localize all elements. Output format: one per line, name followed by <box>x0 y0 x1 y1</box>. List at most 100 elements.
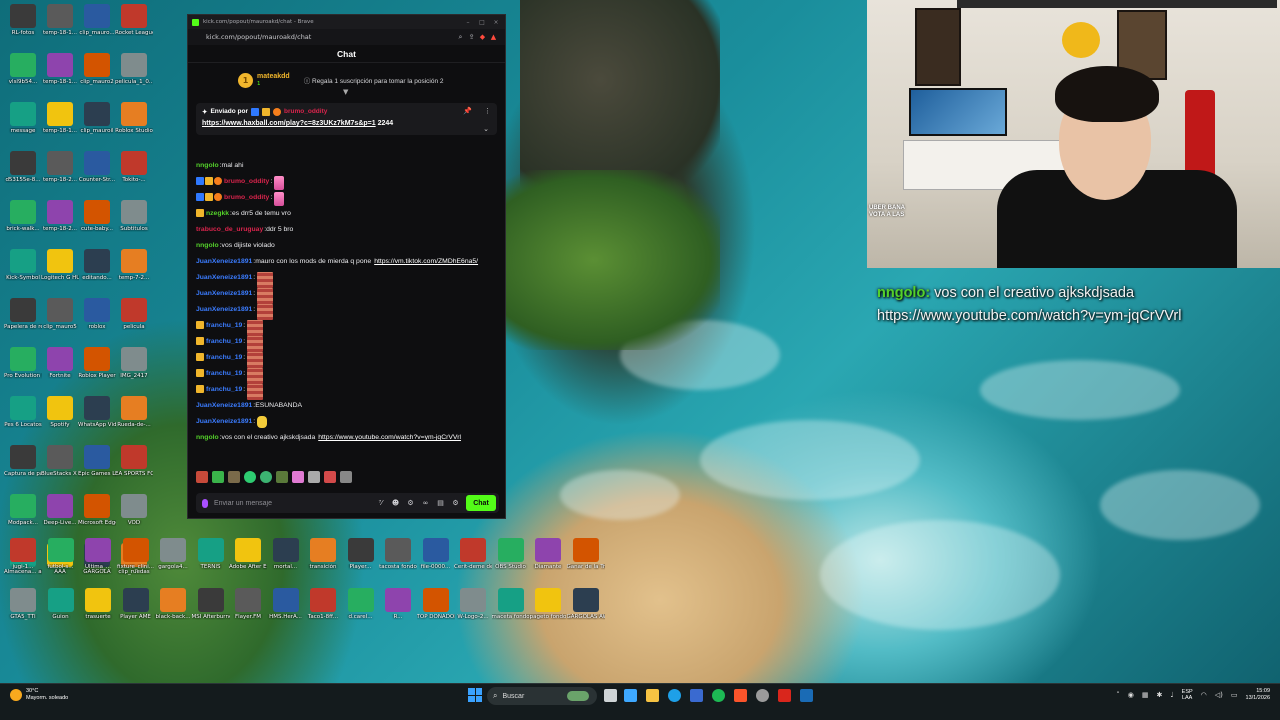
chat-username[interactable]: JuanXeneize1891 <box>196 400 252 411</box>
desktop-icon[interactable]: Roblox Studio <box>115 102 153 134</box>
emote-icon[interactable] <box>247 320 264 336</box>
desktop-icon[interactable]: R... <box>379 588 417 620</box>
emote-icon[interactable] <box>247 352 264 368</box>
browser-titlebar[interactable]: kick.com/popout/mauroakd/chat - Brave – … <box>188 15 505 29</box>
emote-icon[interactable] <box>260 471 272 483</box>
desktop-icon[interactable]: Ultima_... <box>79 538 117 570</box>
desktop-icon[interactable]: temp-18-2... <box>41 151 79 183</box>
spotify-icon[interactable] <box>712 689 725 702</box>
chat-username[interactable]: franchu_19 <box>206 352 242 363</box>
desktop-icon[interactable]: Papelera de reciclaje <box>4 298 42 330</box>
network-icon[interactable]: ▦ <box>1142 691 1149 699</box>
desktop-icon[interactable]: Rocket League <box>115 4 153 36</box>
chat-link[interactable]: https://www.youtube.com/watch?v=ym-jqCrV… <box>318 432 461 443</box>
afterburner-icon[interactable] <box>778 689 791 702</box>
desktop-icon[interactable]: Microsoft Edge <box>78 494 116 526</box>
desktop-icon[interactable]: Rueda-de-... <box>115 396 153 428</box>
battery-icon[interactable]: ▭ <box>1231 691 1238 699</box>
mic-icon[interactable]: ♩ <box>1170 691 1173 699</box>
chat-username[interactable]: JuanXeneize1891 <box>196 304 252 315</box>
unpin-icon[interactable]: 📌 <box>463 107 472 115</box>
chat-username[interactable]: brumo_oddity <box>224 192 269 203</box>
desktop-icon[interactable]: clip_mauroil <box>78 102 116 134</box>
desktop-icon[interactable]: RL-fotos <box>4 4 42 36</box>
weather-widget[interactable]: 30°C Mayorm. soleado <box>10 688 68 702</box>
desktop-icon[interactable]: temp-18-1... <box>41 102 79 134</box>
chat-username[interactable]: trabuco_de_uruguay <box>196 224 263 235</box>
desktop-icon[interactable]: Counter-Str... <box>78 151 116 183</box>
desktop-icon[interactable]: Ganar de la Trouple... <box>567 538 605 570</box>
desktop-icon[interactable]: Deep-Live... <box>41 494 79 526</box>
top-gifter-name[interactable]: mateakdd <box>257 73 290 81</box>
desktop-icon[interactable]: clip_mauro... <box>78 4 116 36</box>
wifi-icon[interactable]: ◠ <box>1201 691 1207 699</box>
desktop-icon[interactable]: trasuerte <box>79 588 117 620</box>
emoji-icon[interactable]: ☻ <box>391 499 400 507</box>
chat-message-input[interactable] <box>214 499 370 507</box>
desktop-icon[interactable]: temp-7-2... <box>115 249 153 281</box>
desktop-icon[interactable]: GARGOLAS AWARDS <box>567 588 605 620</box>
language-indicator[interactable]: ESP LAA <box>1182 689 1193 701</box>
desktop-icon[interactable]: Taco1-8ff... <box>304 588 342 620</box>
chat-username[interactable]: nngolo <box>196 432 219 443</box>
chat-username[interactable]: JuanXeneize1891 <box>196 256 252 267</box>
chat-username[interactable]: franchu_19 <box>206 368 242 379</box>
pinned-message[interactable]: ✦ Enviado por brumo_oddity https://www.h… <box>196 103 497 135</box>
edge-icon[interactable] <box>668 689 681 702</box>
brave-icon[interactable] <box>734 689 747 702</box>
more-options-icon[interactable]: ⋮ <box>484 107 491 115</box>
desktop-icon[interactable]: cute-baby... <box>78 200 116 232</box>
gift-sub-cta[interactable]: ⓘ Regala 1 suscripción para tomar la pos… <box>304 75 444 85</box>
emote-icon[interactable] <box>247 384 264 400</box>
emote-icon[interactable] <box>274 176 285 190</box>
minimize-button[interactable]: – <box>463 19 473 26</box>
chat-username[interactable]: nngolo <box>196 240 219 251</box>
translate-icon[interactable]: ⁷⁄ <box>376 499 385 507</box>
desktop-icon[interactable]: d53155e-8... <box>4 151 42 183</box>
emote-icon[interactable] <box>212 471 224 483</box>
desktop-icon[interactable]: W-Logo-2... <box>454 588 492 620</box>
desktop-icon[interactable]: Adobe After Effects <box>229 538 267 570</box>
search-input[interactable] <box>502 692 563 700</box>
desktop-icon[interactable]: HMS.HerA... <box>267 588 305 620</box>
desktop-icon[interactable]: message <box>4 102 42 134</box>
brave-rewards-icon[interactable]: ▲ <box>488 33 499 41</box>
chat-username[interactable]: franchu_19 <box>206 384 242 395</box>
emote-icon[interactable] <box>308 471 320 483</box>
emote-icon[interactable] <box>196 471 208 483</box>
desktop-icon[interactable]: pelicula <box>115 298 153 330</box>
desktop-icon[interactable]: temp-18-1... <box>41 4 79 36</box>
desktop-icon[interactable]: clip_mauro5 <box>41 298 79 330</box>
desktop-icon[interactable]: Fortnite <box>41 347 79 379</box>
chat-username[interactable]: JuanXeneize1891 <box>196 272 252 283</box>
desktop-icon[interactable]: MSI Afterburner <box>192 588 230 620</box>
zoom-icon[interactable]: ⌕ <box>455 33 466 42</box>
desktop-icon[interactable]: OBS Studio <box>492 538 530 570</box>
emote-icon[interactable] <box>292 471 304 483</box>
desktop-icon[interactable]: Captura de pantalla <box>4 445 42 477</box>
desktop-icon[interactable]: brick-walk... <box>4 200 42 232</box>
desktop-icon[interactable]: Guion <box>42 588 80 620</box>
slash-command-icon[interactable]: ⚙ <box>406 499 415 507</box>
clock[interactable]: 15:09 13/1/2026 <box>1246 688 1270 702</box>
desktop-icon[interactable]: Player... <box>342 538 380 570</box>
brave-shield-icon[interactable]: ◆ <box>477 33 488 41</box>
desktop-icon[interactable]: Flayer.FM <box>229 588 267 620</box>
desktop-icon[interactable]: temp-18-1... <box>41 53 79 85</box>
desktop-icon[interactable]: Player AME <box>117 588 155 620</box>
desktop-icon[interactable]: IMG_2417 <box>115 347 153 379</box>
chat-username[interactable]: franchu_19 <box>206 336 242 347</box>
desktop-icon[interactable]: Spotify <box>41 396 79 428</box>
desktop-icon[interactable]: Cerit-deme de fondo <box>454 538 492 570</box>
desktop-icon[interactable]: Epic Games Launcher <box>78 445 116 477</box>
emote-icon[interactable] <box>340 471 352 483</box>
desktop-icon[interactable]: maceta fondo <box>492 588 530 620</box>
chevron-up-icon[interactable]: ˄ <box>1116 691 1120 699</box>
chat-username[interactable]: brumo_oddity <box>224 176 269 187</box>
desktop-icon[interactable]: editando... <box>78 249 116 281</box>
steam-icon[interactable] <box>800 689 813 702</box>
desktop-icon[interactable]: VOD <box>115 494 153 526</box>
desktop-icon[interactable]: futbol-s... <box>42 538 80 570</box>
desktop-icon[interactable]: GTA5_TTI <box>4 588 42 620</box>
desktop-icon[interactable]: vlsl9b54... <box>4 53 42 85</box>
